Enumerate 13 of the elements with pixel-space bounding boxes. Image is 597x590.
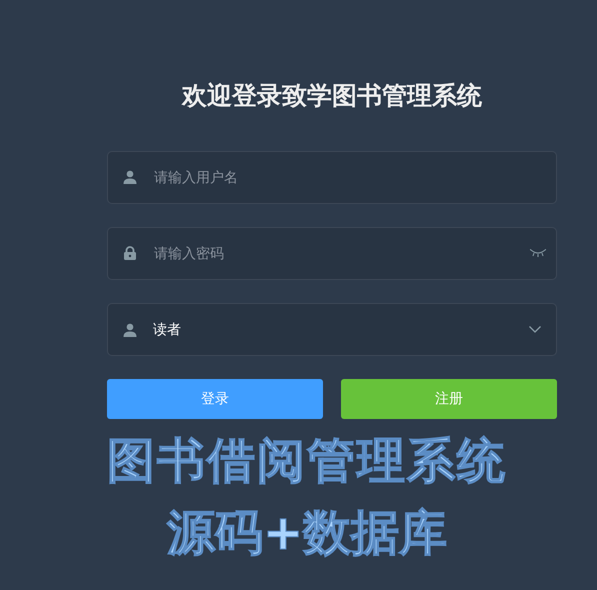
role-select[interactable]: 读者 (107, 303, 557, 356)
caption-text: 源码+数据库 (167, 504, 448, 563)
username-field[interactable]: 请输入用户名 (107, 151, 557, 204)
register-button[interactable]: 注册 (341, 379, 557, 419)
lock-icon (123, 246, 137, 260)
chevron-down-icon (529, 326, 541, 333)
user-icon (123, 170, 137, 184)
closed-eye-icon[interactable] (530, 249, 546, 257)
login-title: 欢迎登录致学图书管理系统 (180, 80, 483, 112)
caption-text: 图书借阅管理系统 (107, 432, 507, 491)
password-field[interactable]: 请输入密码 (107, 227, 557, 280)
user-icon (123, 322, 137, 336)
login-button[interactable]: 登录 (107, 379, 323, 419)
